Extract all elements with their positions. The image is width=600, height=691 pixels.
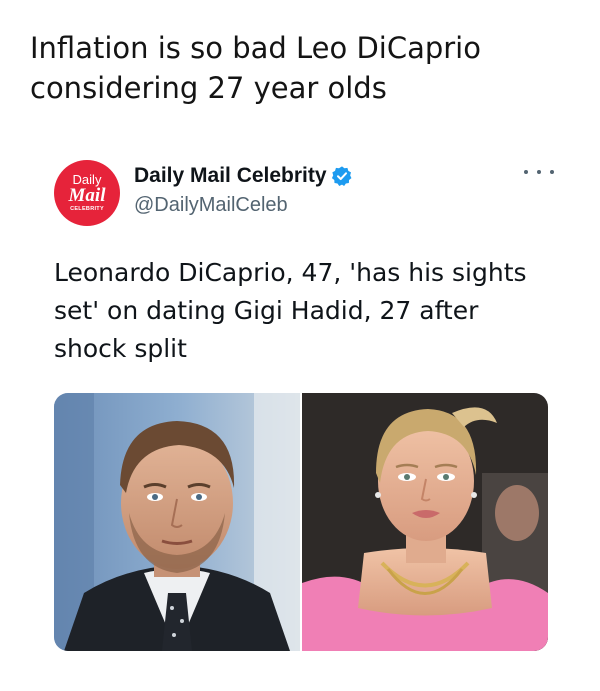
account-name[interactable]: Daily Mail Celebrity xyxy=(134,164,353,188)
tweet-card: Daily Mail CELEBRITY Daily Mail Celebrit… xyxy=(54,150,554,670)
photo-leonardo-dicaprio[interactable] xyxy=(54,393,300,651)
account-name-text: Daily Mail Celebrity xyxy=(134,164,327,187)
meme-caption: Inflation is so bad Leo DiCaprio conside… xyxy=(30,28,575,108)
verified-badge-icon xyxy=(331,165,353,187)
account-handle[interactable]: @DailyMailCeleb xyxy=(134,194,288,217)
caption-line-2: considering 27 year olds xyxy=(30,71,387,105)
tweet-text-line: Leonardo DiCaprio, 47, 'has his sights xyxy=(54,258,527,287)
caption-line-1: Inflation is so bad Leo DiCaprio xyxy=(30,31,481,65)
tweet-text: Leonardo DiCaprio, 47, 'has his sights s… xyxy=(54,254,554,368)
avatar-text-mail: Mail xyxy=(68,185,106,206)
photo-gigi-hadid[interactable] xyxy=(302,393,548,651)
account-avatar[interactable]: Daily Mail CELEBRITY xyxy=(54,160,120,226)
tweet-text-line: set' on dating Gigi Hadid, 27 after xyxy=(54,296,479,325)
avatar-text-celebrity: CELEBRITY xyxy=(70,206,104,212)
more-options-icon[interactable] xyxy=(524,165,554,179)
tweet-media xyxy=(54,393,548,651)
tweet-text-line: shock split xyxy=(54,334,187,363)
